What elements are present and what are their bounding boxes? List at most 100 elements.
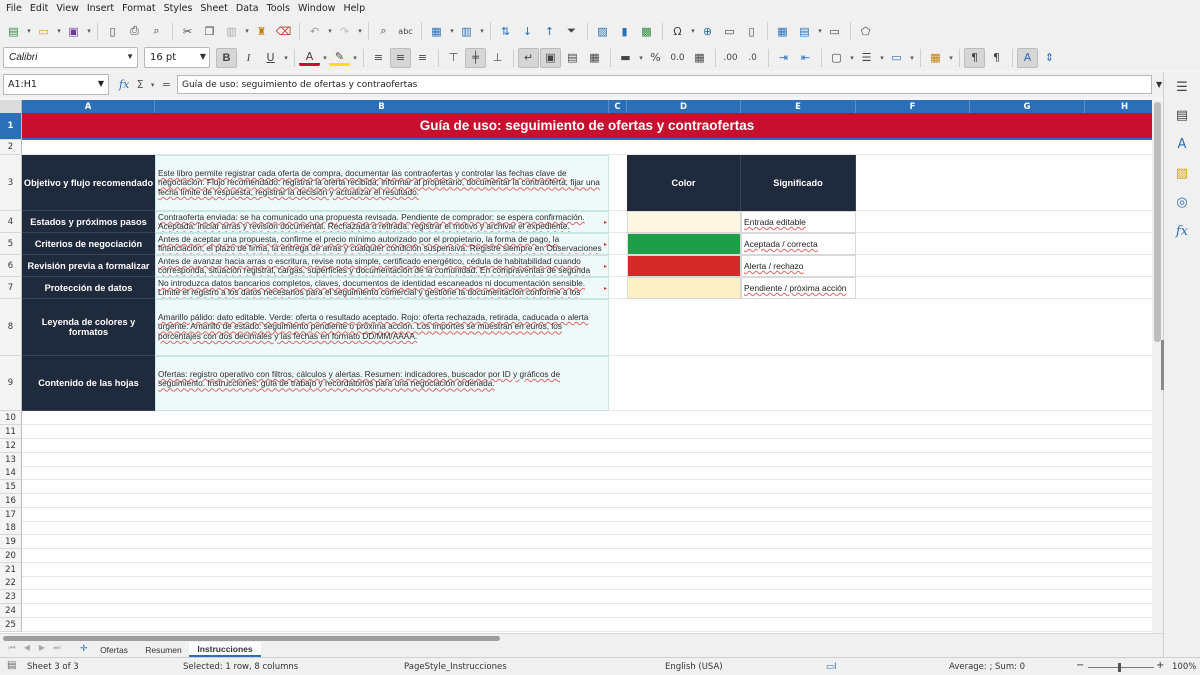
wrap-icon[interactable]: ↵ bbox=[518, 47, 539, 68]
document-modified-icon[interactable]: ▤ bbox=[7, 660, 16, 671]
row-header-16[interactable]: 16 bbox=[0, 494, 22, 508]
row-header-5[interactable]: 5 bbox=[0, 233, 22, 255]
section-description[interactable]: Antes de aceptar una propuesta, confirme… bbox=[155, 233, 609, 255]
gallery-icon[interactable]: ▨ bbox=[1173, 164, 1191, 182]
border-color-icon[interactable]: ▭ bbox=[886, 48, 907, 68]
prev-sheet-icon[interactable]: ◀ bbox=[20, 643, 34, 653]
row-header-17[interactable]: 17 bbox=[0, 508, 22, 522]
clear-icon[interactable]: ⌫ bbox=[273, 21, 294, 41]
comment-icon[interactable]: ▭ bbox=[719, 21, 740, 41]
wrap-text-icon[interactable]: A bbox=[1017, 47, 1038, 68]
menu-tools[interactable]: Tools bbox=[263, 0, 294, 17]
row-header-21[interactable]: 21 bbox=[0, 563, 22, 577]
row-header-12[interactable]: 12 bbox=[0, 439, 22, 453]
formula-icon[interactable]: = bbox=[162, 78, 171, 91]
menu-window[interactable]: Window bbox=[294, 0, 339, 17]
italic-icon[interactable]: I bbox=[238, 48, 259, 68]
select-all-corner[interactable] bbox=[0, 100, 22, 113]
row-header-8[interactable]: 8 bbox=[0, 299, 22, 356]
first-sheet-icon[interactable]: ⏮ bbox=[5, 643, 19, 653]
page-style[interactable]: PageStyle_Instrucciones bbox=[404, 662, 507, 672]
row-header-6[interactable]: 6 bbox=[0, 255, 22, 277]
row-header-7[interactable]: 7 bbox=[0, 277, 22, 299]
sort-icon[interactable]: ⇅ bbox=[495, 21, 516, 41]
add-sheet-icon[interactable]: ✛ bbox=[80, 644, 88, 654]
legend-swatch[interactable] bbox=[627, 211, 741, 233]
chart-icon[interactable]: ▮ bbox=[614, 21, 635, 41]
zoom-out-icon[interactable]: − bbox=[1076, 660, 1084, 671]
properties-icon[interactable]: ▤ bbox=[1173, 106, 1191, 124]
navigator-icon[interactable]: ◎ bbox=[1173, 193, 1191, 211]
section-description[interactable]: Ofertas: registro operativo con filtros,… bbox=[155, 356, 609, 411]
spelling-icon[interactable]: abc bbox=[395, 21, 416, 41]
sort-desc-icon[interactable]: ↑ bbox=[539, 21, 560, 41]
split-icon[interactable]: ▭ bbox=[824, 21, 845, 41]
column-header-b[interactable]: B bbox=[155, 100, 609, 113]
borders-icon[interactable]: ▢ bbox=[826, 48, 847, 68]
clone-icon[interactable]: ♜ bbox=[251, 21, 272, 41]
borders-dropdown-icon[interactable]: ▾ bbox=[848, 54, 856, 62]
menu-insert[interactable]: Insert bbox=[83, 0, 118, 17]
column-icon[interactable]: ▥ bbox=[456, 21, 477, 41]
underline-dropdown-icon[interactable]: ▾ bbox=[282, 54, 290, 62]
row-header-11[interactable]: 11 bbox=[0, 425, 22, 439]
column-header-d[interactable]: D bbox=[627, 100, 741, 113]
merge-center-icon[interactable]: ▣ bbox=[540, 47, 561, 68]
currency-icon[interactable]: ▬ bbox=[615, 48, 636, 68]
border-style-icon[interactable]: ☰ bbox=[856, 48, 877, 68]
new-dropdown-icon[interactable]: ▾ bbox=[25, 27, 33, 35]
align-left-icon[interactable]: ≡ bbox=[368, 48, 389, 68]
row-header-9[interactable]: 9 bbox=[0, 356, 22, 411]
save-dropdown-icon[interactable]: ▾ bbox=[85, 27, 93, 35]
bold-icon[interactable]: B bbox=[216, 47, 237, 68]
sum-indicator[interactable]: Average: ; Sum: 0 bbox=[949, 662, 1025, 672]
row-header-25[interactable]: 25 bbox=[0, 618, 22, 632]
row-header-1[interactable]: 1 bbox=[0, 113, 22, 140]
legend-swatch[interactable] bbox=[627, 255, 741, 277]
redo-icon[interactable]: ↷ bbox=[334, 21, 355, 41]
row-header-3[interactable]: 3 bbox=[0, 155, 22, 211]
row-header-19[interactable]: 19 bbox=[0, 535, 22, 549]
special-char-icon[interactable]: Ω bbox=[667, 21, 688, 41]
function-wizard-icon[interactable]: fx bbox=[119, 78, 129, 91]
highlight-icon[interactable]: ✎ bbox=[329, 50, 350, 66]
sum-icon[interactable]: Σ bbox=[137, 78, 144, 91]
name-box[interactable]: A1:H1 ▼ bbox=[3, 74, 109, 95]
expand-formula-icon[interactable]: ▼ bbox=[1156, 80, 1162, 89]
date-icon[interactable]: ▦ bbox=[689, 48, 710, 68]
functions-icon[interactable]: fx bbox=[1173, 222, 1191, 240]
unmerge-icon[interactable]: ▦ bbox=[584, 48, 605, 68]
export-pdf-icon[interactable]: ▯ bbox=[102, 21, 123, 41]
sum-dropdown-icon[interactable]: ▾ bbox=[151, 81, 155, 89]
tab-ofertas[interactable]: Ofertas bbox=[94, 642, 134, 657]
chevron-down-icon[interactable]: ▼ bbox=[98, 79, 104, 88]
font-size-combo[interactable]: 16 pt ▼ bbox=[144, 47, 210, 68]
chevron-down-icon[interactable]: ▼ bbox=[200, 52, 206, 61]
sheet-indicator[interactable]: Sheet 3 of 3 bbox=[27, 662, 79, 672]
row-header-15[interactable]: 15 bbox=[0, 480, 22, 494]
highlight-dropdown-icon[interactable]: ▾ bbox=[351, 54, 359, 62]
horizontal-scroll-thumb[interactable] bbox=[3, 636, 500, 641]
font-name-combo[interactable]: Calibri ▼ bbox=[3, 47, 138, 68]
border-color-dropdown-icon[interactable]: ▾ bbox=[908, 54, 916, 62]
sheet-title[interactable]: Guía de uso: seguimiento de ofertas y co… bbox=[22, 113, 1152, 140]
merge-icon[interactable]: ▤ bbox=[562, 48, 583, 68]
column-header-c[interactable]: C bbox=[609, 100, 627, 113]
font-color-dropdown-icon[interactable]: ▾ bbox=[321, 54, 329, 62]
outdent-icon[interactable]: ⇤ bbox=[795, 48, 816, 68]
formula-input[interactable]: Guía de uso: seguimiento de ofertas y co… bbox=[177, 75, 1152, 94]
cut-icon[interactable]: ✂ bbox=[177, 21, 198, 41]
align-bottom-icon[interactable]: ⊥ bbox=[487, 48, 508, 68]
menu-view[interactable]: View bbox=[52, 0, 83, 17]
legend-label[interactable]: Pendiente / próxima acción bbox=[741, 277, 856, 299]
row-header-13[interactable]: 13 bbox=[0, 453, 22, 467]
tab-resumen[interactable]: Resumen bbox=[140, 642, 187, 657]
zoom-in-icon[interactable]: + bbox=[1156, 660, 1164, 671]
menu-data[interactable]: Data bbox=[232, 0, 263, 17]
header-footer-icon[interactable]: ▯ bbox=[741, 21, 762, 41]
special-char-dropdown-icon[interactable]: ▾ bbox=[689, 27, 697, 35]
indent-icon[interactable]: ⇥ bbox=[773, 48, 794, 68]
legend-label[interactable]: Alerta / rechazo bbox=[741, 255, 856, 277]
language-indicator[interactable]: English (USA) bbox=[665, 662, 723, 672]
remove-decimal-icon[interactable]: .0 bbox=[742, 48, 763, 68]
